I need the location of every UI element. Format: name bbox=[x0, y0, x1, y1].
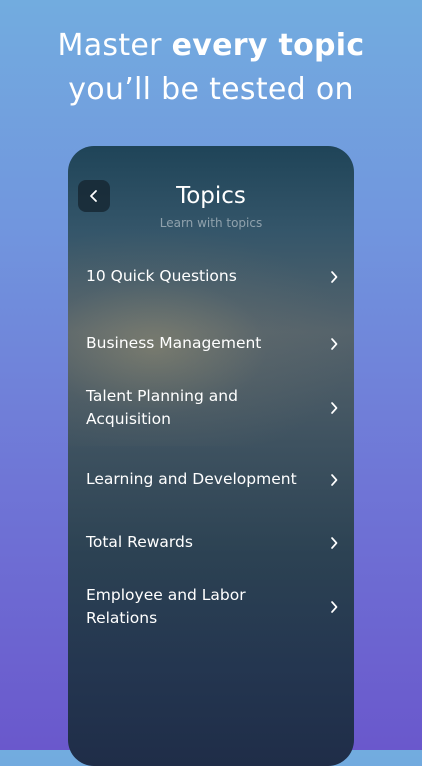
chevron-right-icon bbox=[328, 400, 340, 416]
topic-label: 10 Quick Questions bbox=[86, 267, 237, 285]
phone-screen: Topics Learn with topics 10 Quick Questi… bbox=[68, 146, 354, 766]
topic-row-business-management[interactable]: Business Management bbox=[86, 332, 340, 355]
headline-line-2: you’ll be tested on bbox=[68, 72, 354, 107]
chevron-right-icon bbox=[328, 599, 340, 615]
topic-label: Employee and Labor Relations bbox=[86, 586, 246, 627]
topic-label: Learning and Development bbox=[86, 470, 297, 488]
headline-bold: every topic bbox=[171, 28, 365, 63]
chevron-right-icon bbox=[328, 269, 340, 285]
topic-row-employee-labor-relations[interactable]: Employee and Labor Relations bbox=[86, 584, 340, 630]
page-subtitle: Learn with topics bbox=[159, 216, 263, 230]
chevron-right-icon bbox=[328, 336, 340, 352]
headline-line-1: Master every topic bbox=[0, 24, 422, 68]
topic-row-learning-development[interactable]: Learning and Development bbox=[86, 468, 340, 491]
topic-label: Business Management bbox=[86, 334, 262, 352]
topic-row-quick-questions[interactable]: 10 Quick Questions bbox=[86, 265, 340, 288]
page-title: Topics bbox=[176, 183, 246, 209]
headline-regular: Master bbox=[57, 28, 172, 63]
topic-row-talent-planning[interactable]: Talent Planning and Acquisition bbox=[86, 385, 340, 431]
topic-label: Talent Planning and Acquisition bbox=[86, 387, 238, 428]
topic-label: Total Rewards bbox=[86, 533, 193, 551]
headline: Master every topic you’ll be tested on bbox=[0, 24, 422, 112]
chevron-right-icon bbox=[328, 535, 340, 551]
chevron-right-icon bbox=[328, 472, 340, 488]
topic-row-total-rewards[interactable]: Total Rewards bbox=[86, 531, 340, 554]
